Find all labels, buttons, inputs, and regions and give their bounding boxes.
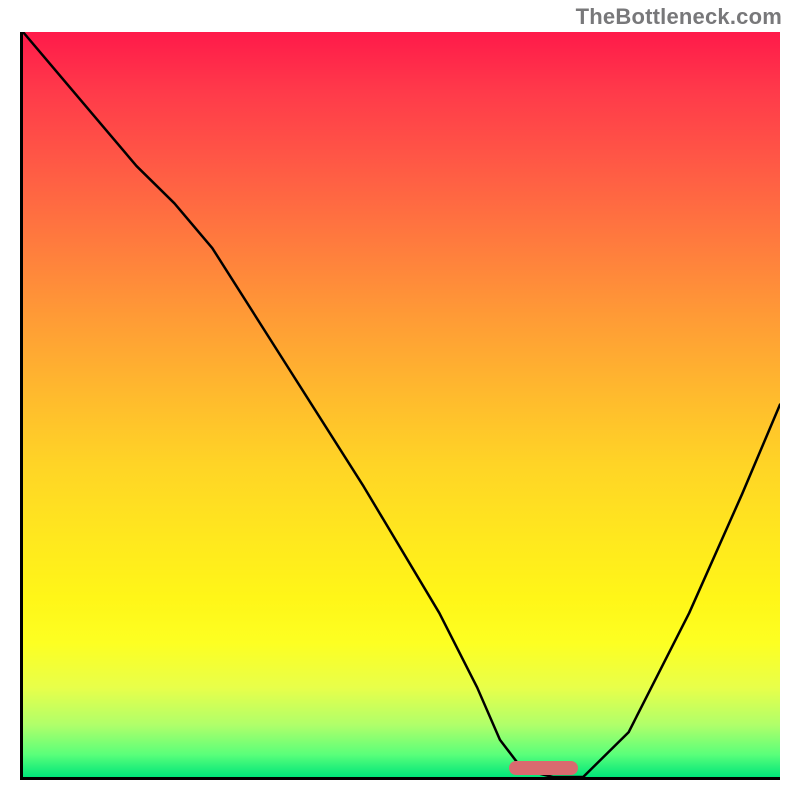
watermark-text: TheBottleneck.com — [576, 4, 782, 30]
chart-container: TheBottleneck.com — [0, 0, 800, 800]
bottleneck-curve — [23, 32, 780, 777]
plot-area — [20, 32, 780, 780]
curve-svg — [23, 32, 780, 777]
optimal-marker — [509, 761, 577, 775]
